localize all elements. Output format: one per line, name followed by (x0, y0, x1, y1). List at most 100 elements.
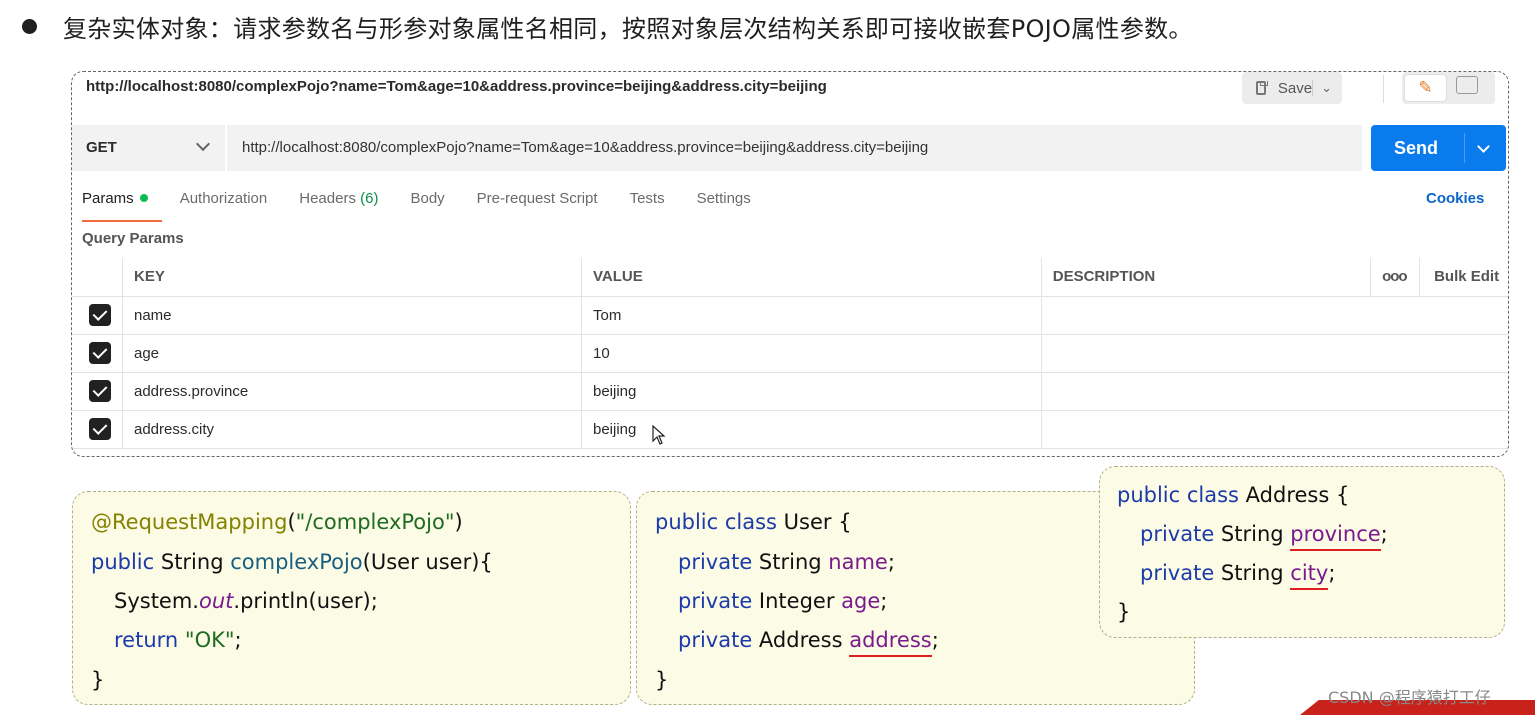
query-params-label: Query Params (82, 230, 184, 247)
code-token: Integer (752, 589, 842, 613)
checkbox[interactable] (89, 342, 111, 364)
code-token: System. (114, 589, 199, 613)
tab-params[interactable]: Params (82, 190, 162, 222)
code-token: User { (777, 510, 852, 534)
code-line: System.out.println(user); (114, 589, 378, 613)
code-token: Address (752, 628, 850, 652)
more-options-icon[interactable]: ooo (1370, 258, 1421, 297)
param-key[interactable]: age (122, 333, 582, 373)
code-line: public class Address { (1117, 483, 1349, 507)
send-button[interactable]: Send (1371, 125, 1506, 171)
checkbox[interactable] (89, 380, 111, 402)
code-line: } (1117, 600, 1130, 624)
param-value[interactable]: beijing (580, 409, 1042, 449)
param-value[interactable]: beijing (580, 371, 1042, 411)
tab-tests[interactable]: Tests (630, 190, 665, 218)
param-value[interactable]: Tom (580, 295, 1042, 335)
view-toggle[interactable]: ✎ (1402, 72, 1495, 104)
param-key[interactable]: address.city (122, 409, 582, 449)
code-token: } (91, 668, 105, 692)
status-dot (139, 194, 148, 203)
code-token: } (655, 668, 669, 692)
checkbox[interactable] (89, 304, 111, 326)
code-line: @RequestMapping("/complexPojo") (91, 510, 463, 534)
code-token: String (1214, 561, 1291, 585)
send-label: Send (1394, 138, 1439, 158)
tab-settings[interactable]: Settings (697, 190, 751, 218)
field-name-highlighted: city (1290, 561, 1329, 590)
request-tabs: Params Authorization Headers (6) Body Pr… (82, 190, 783, 222)
params-table: KEY VALUE DESCRIPTION ooo Bulk Edit name… (72, 258, 1508, 449)
method-name: complexPojo (230, 550, 363, 574)
code-line: } (91, 668, 104, 692)
header-value: VALUE (580, 258, 1042, 297)
checkbox[interactable] (89, 418, 111, 440)
postman-panel: http://localhost:8080/complexPojo?name=T… (71, 71, 1509, 457)
param-value[interactable]: 10 (580, 333, 1042, 373)
save-button[interactable]: Save ⌄ (1242, 72, 1342, 104)
tab-params-label: Params (82, 190, 134, 207)
keyword: private (678, 589, 753, 613)
row-checkbox-cell (72, 371, 123, 411)
code-line: private String name; (678, 550, 895, 574)
row-checkbox-cell (72, 333, 123, 373)
code-token: ; (887, 550, 895, 574)
method-select[interactable]: GET (86, 125, 117, 171)
param-description[interactable] (1040, 409, 1508, 449)
chevron-down-icon[interactable] (1477, 140, 1490, 153)
code-token: ; (234, 628, 242, 652)
header-checkbox-cell (72, 258, 123, 297)
param-description[interactable] (1040, 371, 1508, 411)
table-row: address.province beijing (72, 371, 1508, 411)
save-icon (1256, 81, 1268, 95)
comment-icon[interactable] (1456, 76, 1478, 94)
header-description: DESCRIPTION (1040, 258, 1372, 297)
code-token: ( (287, 510, 296, 534)
tab-prerequest-script[interactable]: Pre-request Script (477, 190, 598, 218)
code-token: String (752, 550, 829, 574)
param-description[interactable] (1040, 333, 1508, 373)
url-input[interactable] (242, 125, 1342, 171)
row-checkbox-cell (72, 295, 123, 335)
string-literal: "OK" (184, 628, 235, 652)
table-row: address.city beijing (72, 409, 1508, 449)
bullet-dot (22, 18, 37, 34)
tab-headers[interactable]: Headers (6) (299, 190, 378, 218)
chevron-down-icon[interactable]: ⌄ (1312, 80, 1332, 96)
send-divider (1464, 133, 1465, 163)
code-token: String (154, 550, 231, 574)
tab-body[interactable]: Body (410, 190, 444, 218)
code-line: public String complexPojo(User user){ (91, 550, 493, 574)
code-token: ) (454, 510, 463, 534)
keyword: public class (1117, 483, 1239, 507)
keyword: public class (655, 510, 777, 534)
tab-authorization[interactable]: Authorization (180, 190, 268, 218)
bulk-edit-button[interactable]: Bulk Edit (1419, 258, 1508, 297)
code-token: String (1214, 522, 1291, 546)
tab-headers-label: Headers (299, 190, 356, 207)
code-token: ; (1380, 522, 1388, 546)
keyword: private (1140, 561, 1215, 585)
code-line: return "OK"; (114, 628, 242, 652)
code-line: private String city; (1140, 561, 1335, 590)
param-key[interactable]: name (122, 295, 582, 335)
code-token: .println(user); (233, 589, 378, 613)
heading-line: 复杂实体对象：请求参数名与形参对象属性名相同，按照对象层次结构关系即可接收嵌套P… (22, 6, 1193, 46)
code-token: ; (880, 589, 888, 613)
header-key: KEY (122, 258, 582, 297)
keyword: private (678, 628, 753, 652)
table-row: age 10 (72, 333, 1508, 373)
code-line: private Integer age; (678, 589, 887, 613)
code-line: } (655, 668, 668, 692)
table-header-row: KEY VALUE DESCRIPTION ooo Bulk Edit (72, 258, 1508, 297)
field-name: age (841, 589, 881, 613)
param-key[interactable]: address.province (122, 371, 582, 411)
cookies-link[interactable]: Cookies (1426, 190, 1484, 207)
toolbar-divider (1383, 75, 1384, 103)
code-token: Address { (1239, 483, 1350, 507)
chevron-down-icon[interactable] (195, 136, 211, 152)
code-controller: @RequestMapping("/complexPojo") public S… (72, 491, 631, 705)
code-line: private Address address; (678, 628, 939, 657)
pencil-icon[interactable]: ✎ (1404, 74, 1447, 102)
param-description[interactable] (1040, 295, 1508, 335)
